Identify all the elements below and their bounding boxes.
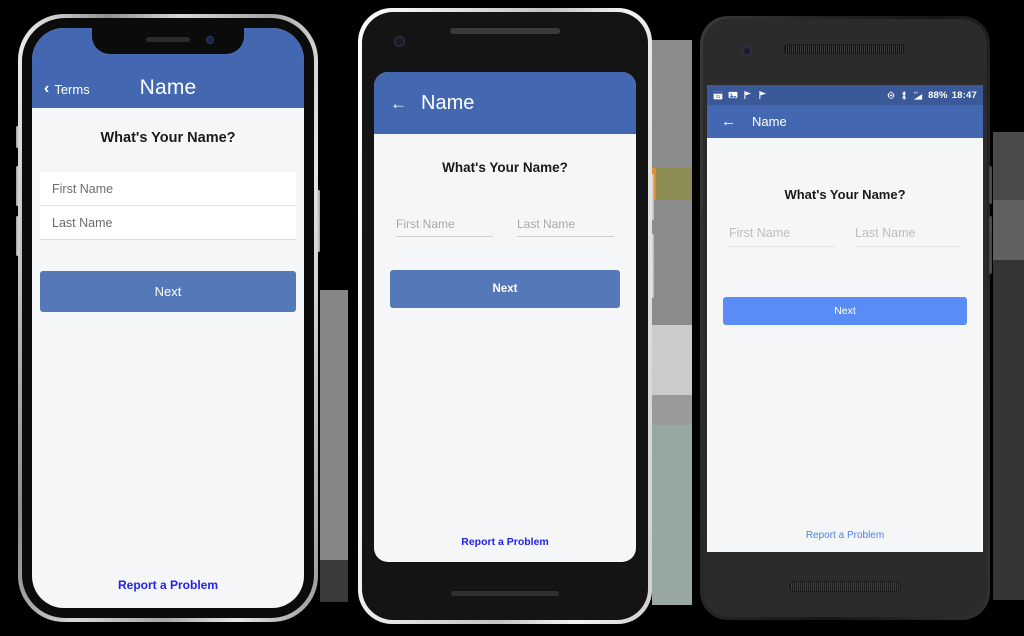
strip-mid-teal — [652, 425, 692, 605]
iphone-screen: ‹ Terms Name What's Your Name? First Nam… — [32, 28, 304, 608]
report-a-problem-link[interactable]: Report a Problem — [707, 530, 983, 541]
first-name-input[interactable]: First Name — [396, 217, 493, 237]
arrow-left-icon[interactable]: ← — [721, 114, 736, 129]
form-heading: What's Your Name? — [100, 130, 236, 146]
material-app-bar: ← Name — [374, 72, 636, 134]
strip-left-dark — [320, 560, 348, 602]
signal-icon: H+ — [912, 90, 924, 101]
report-a-problem-link[interactable]: Report a Problem — [32, 578, 304, 592]
android-status-bar: 31 H+ 88% 18:47 — [707, 85, 983, 105]
strip-right-dark-c — [993, 260, 1024, 600]
pixel-screen: ← Name What's Your Name? First Name Last… — [374, 72, 636, 562]
earpiece-speaker-icon — [784, 44, 906, 54]
name-fields-group: First Name Last Name — [396, 217, 614, 237]
pixel-power-button[interactable] — [651, 174, 654, 220]
iphone-notch — [92, 28, 244, 54]
device-pixel: ← Name What's Your Name? First Name Last… — [358, 8, 654, 624]
name-fields-group: First Name Last Name — [32, 172, 304, 240]
photo-icon — [728, 90, 738, 100]
chevron-left-icon: ‹ — [44, 80, 50, 97]
next-button[interactable]: Next — [390, 270, 620, 308]
flag-icon — [758, 90, 768, 100]
page-title: Name — [421, 91, 475, 114]
form-heading: What's Your Name? — [442, 160, 568, 175]
clock-label: 18:47 — [951, 89, 977, 101]
front-camera-icon — [394, 36, 405, 47]
android-app-bar: ← Name — [707, 105, 983, 138]
iphone-silent-switch[interactable] — [16, 126, 19, 148]
strip-mid-light — [652, 325, 692, 395]
report-a-problem-link[interactable]: Report a Problem — [374, 536, 636, 548]
front-camera-icon — [742, 46, 752, 56]
bluetooth-icon — [900, 90, 908, 101]
last-name-input[interactable]: Last Name — [855, 226, 961, 247]
next-button[interactable]: Next — [40, 271, 296, 312]
first-name-input[interactable]: First Name — [729, 226, 835, 247]
next-button[interactable]: Next — [723, 297, 967, 325]
strip-right-dark-b — [993, 200, 1024, 260]
svg-text:31: 31 — [716, 94, 721, 99]
cast-icon — [886, 90, 896, 100]
back-button-label: Terms — [54, 82, 90, 97]
status-bar-left-icons: 31 — [713, 90, 768, 100]
battery-percent-label: 88% — [928, 89, 948, 101]
earpiece-speaker-icon — [146, 37, 190, 42]
android-volume-button[interactable] — [989, 216, 992, 274]
android-power-button[interactable] — [989, 166, 992, 204]
strip-left-gray — [320, 290, 348, 600]
bottom-speaker-icon — [451, 591, 559, 596]
calendar-icon: 31 — [713, 90, 723, 100]
pixel-volume-button[interactable] — [651, 234, 654, 298]
svg-text:H+: H+ — [914, 91, 918, 95]
earpiece-speaker-icon — [450, 28, 560, 34]
page-title: Name — [752, 114, 787, 129]
strip-mid-gray-mid — [652, 395, 692, 425]
back-button[interactable]: ‹ Terms — [44, 80, 90, 98]
iphone-power-button[interactable] — [317, 190, 320, 252]
android-screen: 31 H+ 88% 18:47 ← Name What's Your Name?… — [707, 85, 983, 552]
last-name-input[interactable]: Last Name — [40, 206, 296, 240]
strip-mid-olive — [656, 168, 692, 200]
device-android: 31 H+ 88% 18:47 ← Name What's Your Name?… — [700, 16, 992, 620]
arrow-left-icon[interactable]: ← — [390, 95, 407, 112]
flag-icon — [743, 90, 753, 100]
status-bar-right-icons: H+ 88% 18:47 — [886, 90, 977, 101]
ios-content: What's Your Name? First Name Last Name N… — [32, 130, 304, 312]
iphone-volume-up-button[interactable] — [16, 166, 19, 206]
strip-right-dark-a — [993, 132, 1024, 200]
name-fields-group: First Name Last Name — [729, 226, 961, 247]
last-name-input[interactable]: Last Name — [517, 217, 614, 237]
iphone-volume-down-button[interactable] — [16, 216, 19, 256]
front-camera-icon — [206, 36, 214, 44]
bottom-speaker-icon — [789, 581, 901, 592]
device-iphone: ‹ Terms Name What's Your Name? First Nam… — [16, 14, 320, 622]
first-name-input[interactable]: First Name — [40, 172, 296, 206]
form-heading: What's Your Name? — [784, 187, 906, 202]
